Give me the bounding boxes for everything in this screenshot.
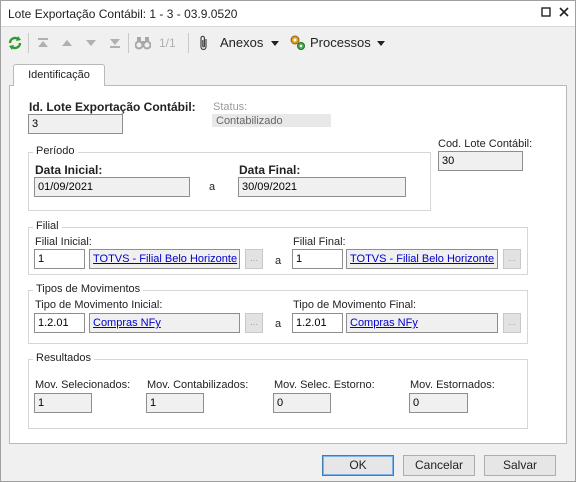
data-inicial-field[interactable]: 01/09/2021 xyxy=(34,177,190,197)
last-record-icon[interactable] xyxy=(109,32,121,54)
movimento-inicial-lookup-button[interactable]: ... xyxy=(245,313,263,333)
attachments-dropdown-icon[interactable] xyxy=(271,32,279,54)
attachments-menu[interactable]: Anexos xyxy=(220,32,263,54)
ok-button[interactable]: OK xyxy=(322,455,394,476)
filial-final-code-field[interactable]: 1 xyxy=(292,249,343,269)
maximize-icon[interactable] xyxy=(537,5,555,23)
filial-final-lookup-button[interactable]: ... xyxy=(503,249,521,269)
data-final-field[interactable]: 30/09/2021 xyxy=(238,177,406,197)
processes-dropdown-icon[interactable] xyxy=(377,32,385,54)
previous-record-icon[interactable] xyxy=(61,32,73,54)
close-icon[interactable] xyxy=(555,5,573,23)
filial-inicial-lookup-button[interactable]: ... xyxy=(245,249,263,269)
movimento-inicial-name-link[interactable]: Compras NFy xyxy=(93,317,161,329)
periodo-separator: a xyxy=(209,181,216,193)
movimento-inicial-label: Tipo de Movimento Inicial: xyxy=(35,299,163,311)
filial-inicial-name-link[interactable]: TOTVS - Filial Belo Horizonte xyxy=(93,253,237,265)
movimento-final-code-field[interactable]: 1.2.01 xyxy=(292,313,343,333)
binoculars-icon[interactable] xyxy=(134,32,152,54)
filial-inicial-name-field[interactable]: TOTVS - Filial Belo Horizonte xyxy=(89,249,240,269)
mov-selec-estorno-field: 0 xyxy=(273,393,331,413)
tab-identificacao[interactable]: Identificação xyxy=(13,64,105,86)
periodo-group-label: Período xyxy=(33,145,78,157)
cancel-button[interactable]: Cancelar xyxy=(403,455,475,476)
mov-selecionados-label: Mov. Selecionados: xyxy=(35,379,131,391)
resultados-group-label: Resultados xyxy=(33,352,95,364)
movimento-inicial-code-field[interactable]: 1.2.01 xyxy=(34,313,85,333)
movimentos-separator: a xyxy=(275,318,282,330)
lote-id-field[interactable]: 3 xyxy=(28,114,123,134)
toolbar: 1/1 Anexos Processos xyxy=(1,28,575,58)
mov-selec-estorno-label: Mov. Selec. Estorno: xyxy=(274,379,375,391)
save-button[interactable]: Salvar xyxy=(484,455,556,476)
movimento-final-name-field[interactable]: Compras NFy xyxy=(346,313,498,333)
movimento-final-lookup-button[interactable]: ... xyxy=(503,313,521,333)
movimento-inicial-name-field[interactable]: Compras NFy xyxy=(89,313,240,333)
processes-icon xyxy=(289,32,306,54)
movimentos-group-label: Tipos de Movimentos xyxy=(33,283,144,295)
mov-contabilizados-label: Mov. Contabilizados: xyxy=(147,379,249,391)
title-bar: Lote Exportação Contábil: 1 - 3 - 03.9.0… xyxy=(1,1,575,27)
window-title: Lote Exportação Contábil: 1 - 3 - 03.9.0… xyxy=(8,7,238,21)
filial-inicial-label: Filial Inicial: xyxy=(35,236,92,248)
record-position: 1/1 xyxy=(159,36,176,50)
refresh-icon[interactable] xyxy=(7,32,23,54)
cod-lote-label: Cod. Lote Contábil: xyxy=(438,138,533,150)
lote-id-label: Id. Lote Exportação Contábil: xyxy=(29,100,196,114)
data-inicial-label: Data Inicial: xyxy=(35,163,103,177)
mov-selecionados-field: 1 xyxy=(34,393,92,413)
next-record-icon[interactable] xyxy=(85,32,97,54)
movimento-final-label: Tipo de Movimento Final: xyxy=(293,299,417,311)
filial-final-name-field[interactable]: TOTVS - Filial Belo Horizonte xyxy=(346,249,498,269)
cod-lote-field[interactable]: 30 xyxy=(438,151,523,171)
mov-estornados-field: 0 xyxy=(409,393,468,413)
first-record-icon[interactable] xyxy=(37,32,49,54)
mov-estornados-label: Mov. Estornados: xyxy=(410,379,495,391)
attachments-icon xyxy=(198,32,210,54)
status-label: Status: xyxy=(213,101,248,113)
dialog-window: Lote Exportação Contábil: 1 - 3 - 03.9.0… xyxy=(0,0,576,482)
filial-inicial-code-field[interactable]: 1 xyxy=(34,249,85,269)
data-final-label: Data Final: xyxy=(239,163,301,177)
filial-group-label: Filial xyxy=(33,220,62,232)
filial-final-label: Filial Final: xyxy=(293,236,346,248)
processes-menu[interactable]: Processos xyxy=(310,32,371,54)
mov-contabilizados-field: 1 xyxy=(146,393,204,413)
filial-final-name-link[interactable]: TOTVS - Filial Belo Horizonte xyxy=(350,253,494,265)
status-field: Contabilizado xyxy=(212,114,331,127)
filial-separator: a xyxy=(275,255,282,267)
movimento-final-name-link[interactable]: Compras NFy xyxy=(350,317,418,329)
